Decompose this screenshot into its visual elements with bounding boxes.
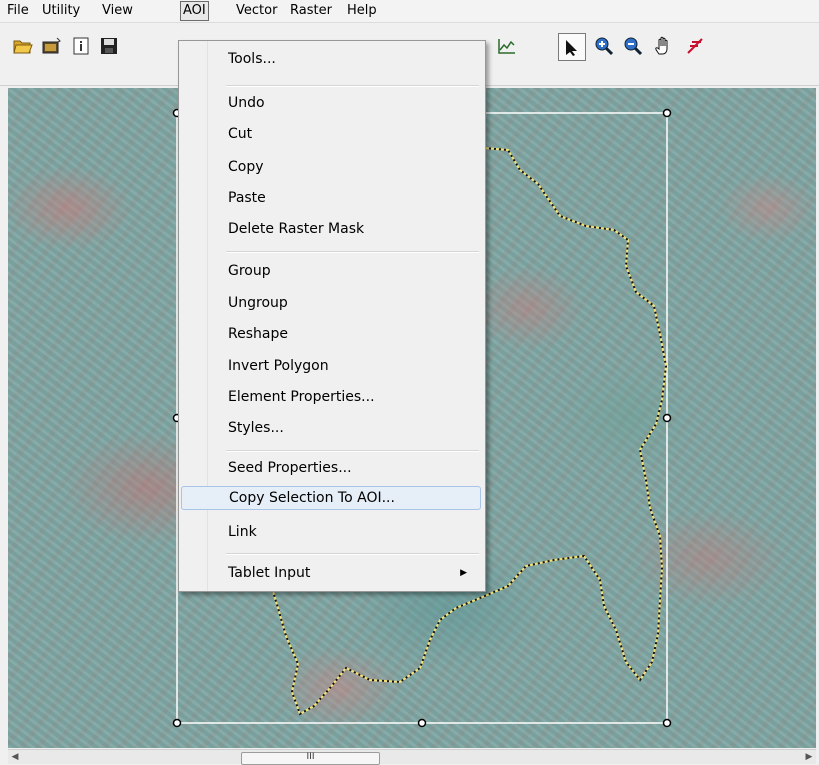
zoom-in-icon[interactable] xyxy=(593,35,615,57)
menu-item-element-properties[interactable]: Element Properties... xyxy=(181,385,481,409)
submenu-arrow-icon: ▶ xyxy=(460,568,467,578)
open-layer-icon[interactable] xyxy=(41,35,63,57)
menu-separator xyxy=(226,450,479,452)
menu-item-reshape[interactable]: Reshape xyxy=(181,322,481,346)
menu-item-link[interactable]: Link xyxy=(181,520,481,544)
menu-item-undo[interactable]: Undo xyxy=(181,91,481,115)
resize-handle[interactable] xyxy=(172,718,182,728)
menu-utility[interactable]: Utility xyxy=(40,2,82,20)
aoi-dropdown-menu: Tools... Undo Cut Copy Paste Delete Rast… xyxy=(178,40,486,592)
menu-item-tools[interactable]: Tools... xyxy=(181,47,481,71)
scroll-right-icon[interactable]: ▶ xyxy=(802,750,816,764)
menu-item-tablet-input-label: Tablet Input xyxy=(228,565,311,581)
menu-vector[interactable]: Vector xyxy=(234,2,279,20)
menu-item-paste[interactable]: Paste xyxy=(181,186,481,210)
menu-item-styles[interactable]: Styles... xyxy=(181,416,481,440)
menu-file[interactable]: File xyxy=(5,2,31,20)
zoom-out-icon[interactable] xyxy=(622,35,644,57)
info-icon[interactable] xyxy=(70,35,92,57)
menu-view[interactable]: View xyxy=(100,2,135,20)
horizontal-scrollbar[interactable]: ◀ III ▶ xyxy=(8,749,816,765)
menu-item-tablet-input[interactable]: Tablet Input ▶ xyxy=(181,561,481,585)
select-arrow-icon[interactable] xyxy=(558,33,586,61)
scroll-thumb[interactable]: III xyxy=(241,752,380,765)
menu-item-copy-selection-to-aoi[interactable]: Copy Selection To AOI... xyxy=(181,486,481,510)
menu-raster[interactable]: Raster xyxy=(288,2,334,20)
resize-handle[interactable] xyxy=(662,413,672,423)
menu-separator xyxy=(226,553,479,555)
profile-chart-icon[interactable] xyxy=(496,35,518,57)
menu-item-group[interactable]: Group xyxy=(181,259,481,283)
menu-item-copy[interactable]: Copy xyxy=(181,155,481,179)
menu-item-seed-properties[interactable]: Seed Properties... xyxy=(181,456,481,480)
save-icon[interactable] xyxy=(98,35,120,57)
menu-bar: File Utility View AOI Vector Raster Help xyxy=(0,0,819,23)
open-folder-icon[interactable] xyxy=(12,35,34,57)
menu-item-cut[interactable]: Cut xyxy=(181,122,481,146)
menu-item-invert-polygon[interactable]: Invert Polygon xyxy=(181,354,481,378)
menu-separator xyxy=(226,251,479,253)
scroll-left-icon[interactable]: ◀ xyxy=(8,750,22,764)
resize-handle[interactable] xyxy=(662,108,672,118)
menu-separator xyxy=(226,85,479,87)
resize-handle[interactable] xyxy=(662,718,672,728)
menu-help[interactable]: Help xyxy=(345,2,379,20)
menu-aoi[interactable]: AOI xyxy=(180,1,209,21)
resize-handle[interactable] xyxy=(417,718,427,728)
pan-hand-icon[interactable] xyxy=(652,35,674,57)
inquire-cursor-icon[interactable] xyxy=(684,35,706,57)
menu-item-ungroup[interactable]: Ungroup xyxy=(181,291,481,315)
menu-item-delete-raster-mask[interactable]: Delete Raster Mask xyxy=(181,217,481,241)
